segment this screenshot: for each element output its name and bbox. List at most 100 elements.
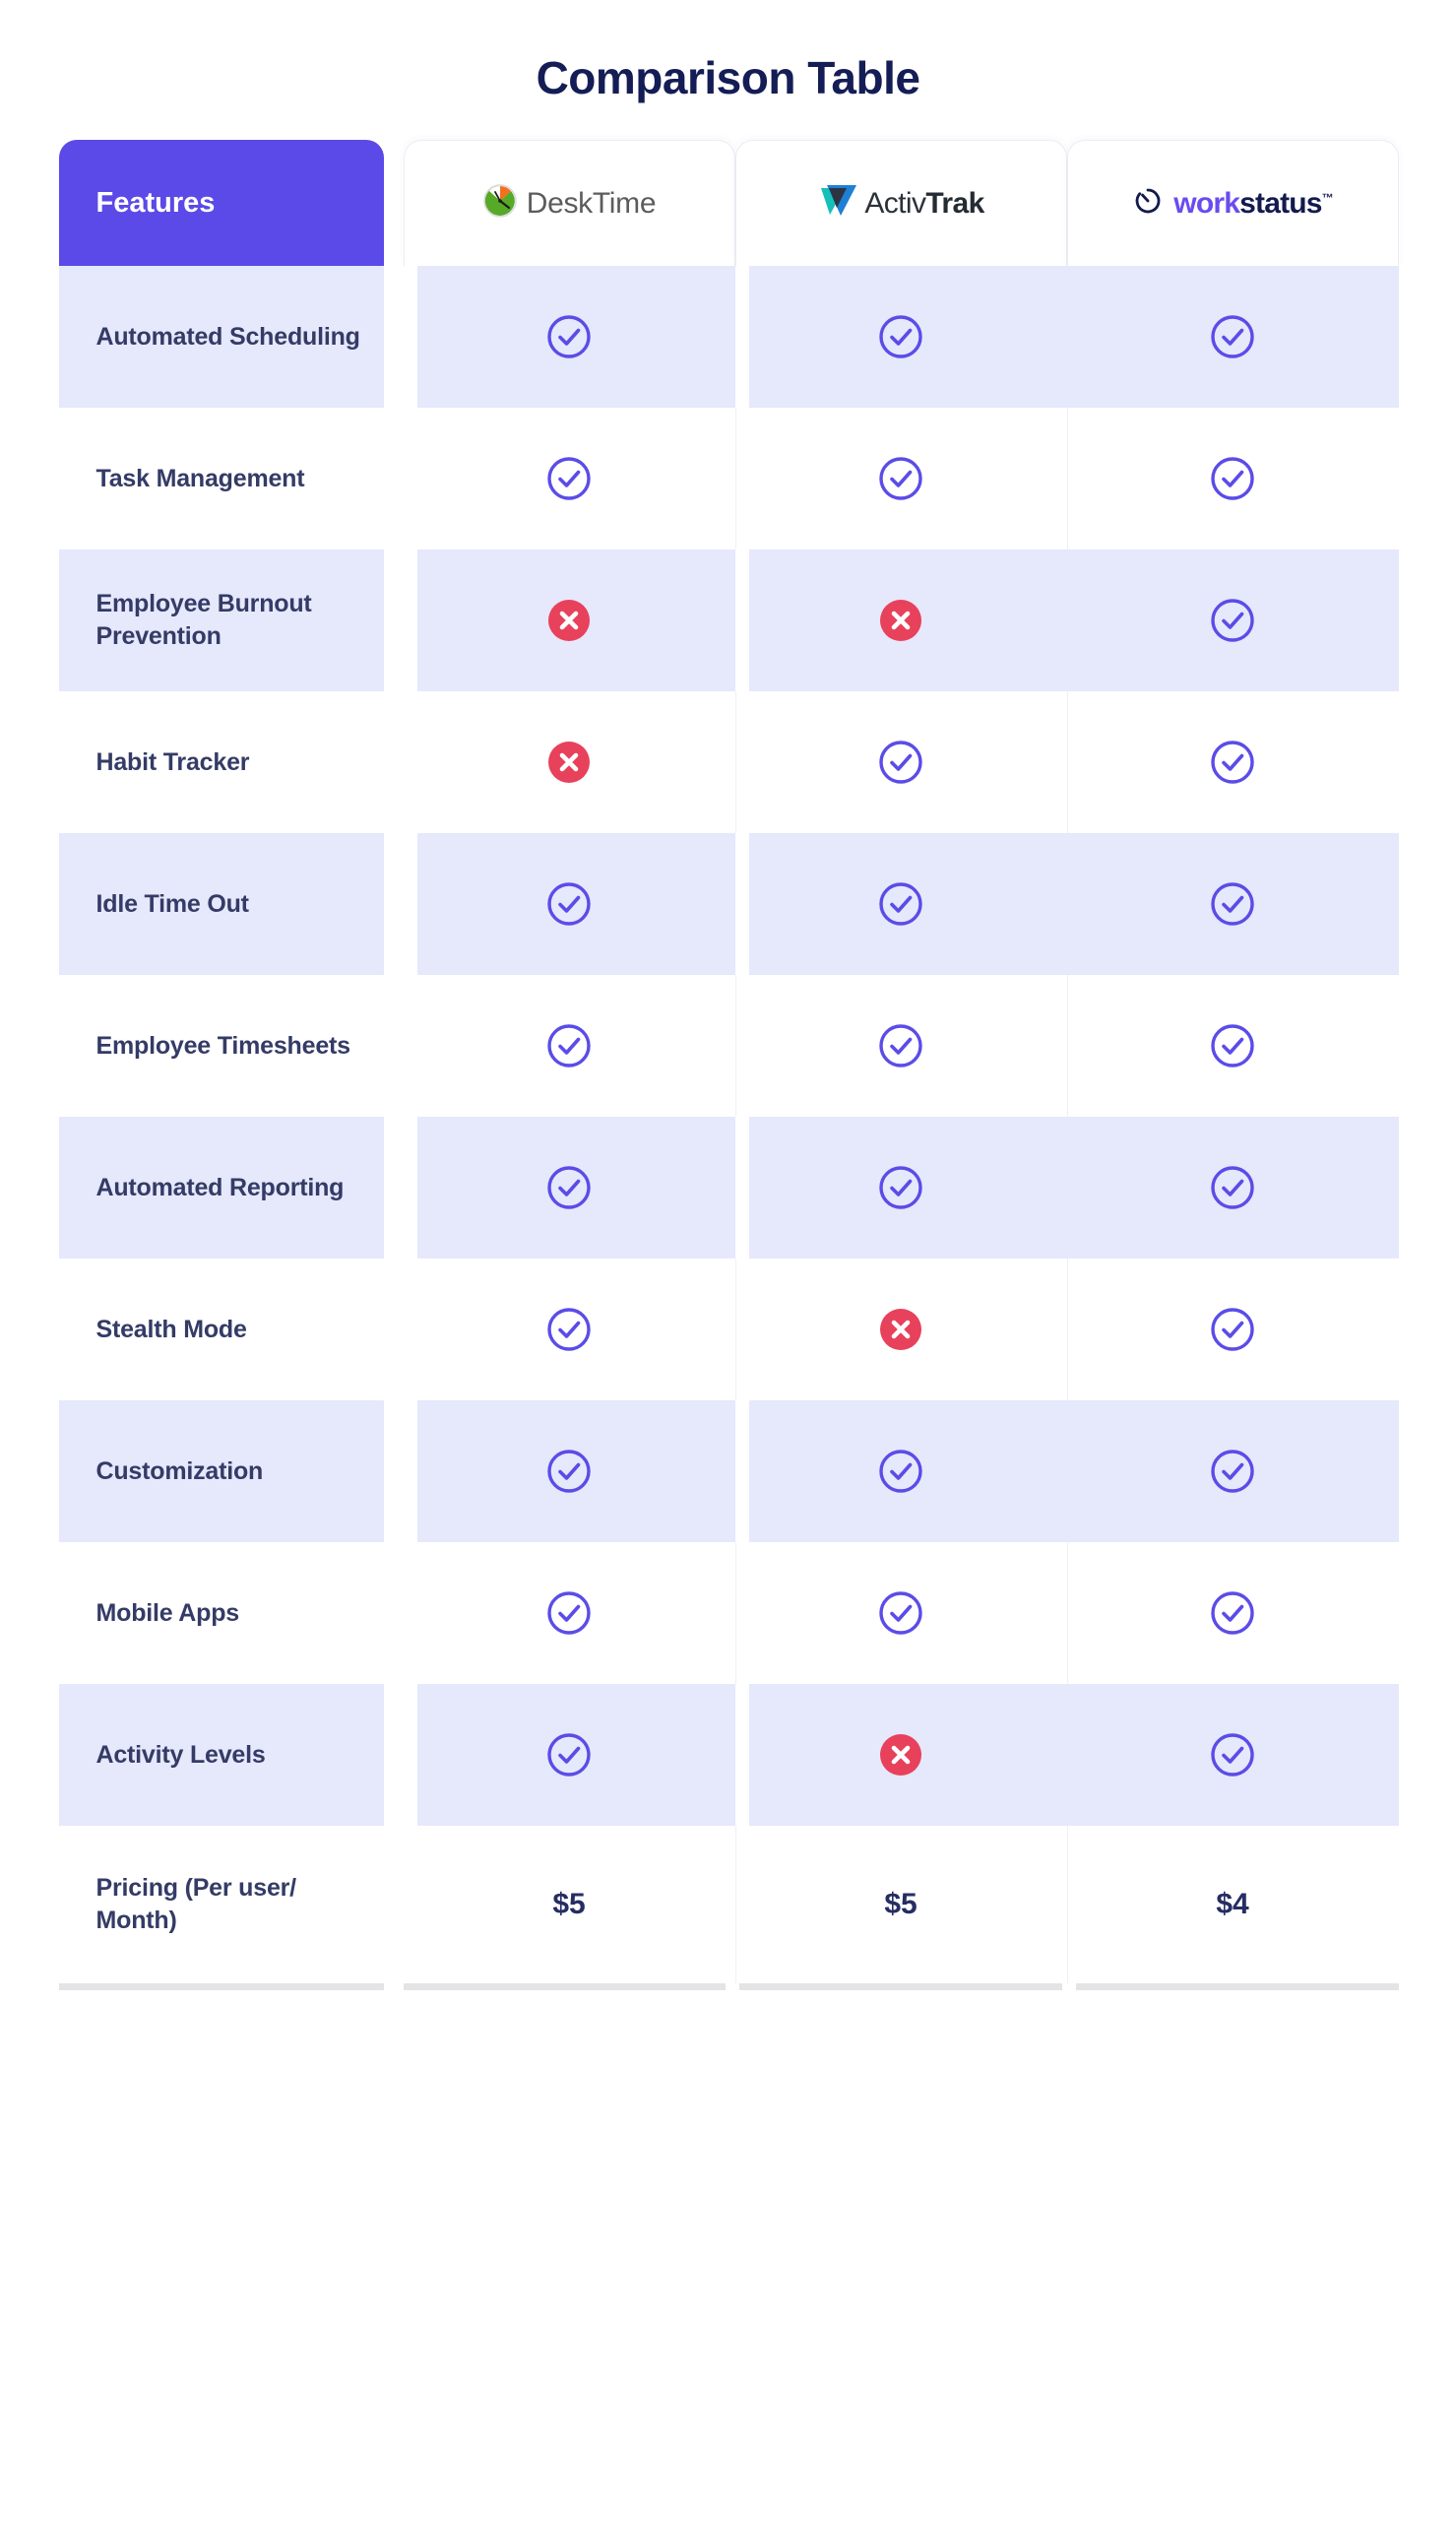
row-gap — [384, 1400, 404, 1542]
value-cell: $5 — [734, 1826, 1067, 1983]
row-gap — [384, 1826, 404, 1983]
feature-label-cell: Employee Burnout Prevention — [58, 549, 384, 691]
activtrak-wordmark-light: Activ — [864, 186, 926, 220]
value-cell — [1066, 1684, 1399, 1826]
check-icon — [1207, 595, 1258, 646]
value-cell — [734, 266, 1067, 408]
check-icon — [543, 1020, 595, 1071]
features-header-label: Features — [95, 186, 216, 219]
feature-label: Customization — [95, 1456, 264, 1485]
row-gap — [384, 1259, 404, 1400]
check-icon — [1207, 737, 1258, 788]
value-cell — [403, 1117, 735, 1259]
row-gap — [384, 975, 404, 1117]
value-cell — [734, 833, 1067, 975]
timer-icon — [1131, 184, 1165, 223]
cross-icon — [875, 595, 926, 646]
value-cell — [1066, 691, 1399, 833]
feature-label: Employee Timesheets — [95, 1031, 351, 1060]
header-cell-activtrak[interactable]: ActivTrak — [734, 140, 1067, 266]
table-row: Employee Burnout Prevention — [58, 549, 1399, 691]
check-icon — [543, 1587, 595, 1639]
check-icon — [875, 878, 926, 930]
value-cell — [404, 975, 735, 1117]
table-header-row: Features DeskTime ActivTrak workstatus™ — [58, 140, 1399, 266]
row-gap — [384, 833, 404, 975]
value-cell — [1066, 549, 1399, 691]
feature-label: Habit Tracker — [95, 747, 250, 776]
feature-label: Task Management — [95, 464, 305, 492]
table-bottom-rule — [58, 1983, 1399, 1990]
check-icon — [543, 1729, 595, 1780]
feature-label: Activity Levels — [95, 1740, 266, 1769]
table-row: Automated Reporting — [58, 1117, 1399, 1259]
value-cell — [734, 1259, 1067, 1400]
check-icon — [1207, 1162, 1258, 1213]
value-cell — [734, 1117, 1067, 1259]
bottom-rule-col-1 — [403, 1983, 727, 1990]
value-cell — [734, 1400, 1067, 1542]
check-icon — [1207, 1729, 1258, 1780]
value-cell: $4 — [1066, 1826, 1399, 1983]
check-icon — [1207, 878, 1258, 930]
cross-icon — [543, 737, 595, 788]
row-gap — [384, 549, 404, 691]
table-body: Automated Scheduling Task Management Emplo… — [58, 266, 1399, 1983]
bottom-rule-features — [58, 1983, 384, 1990]
value-cell — [1066, 833, 1399, 975]
workstatus-logo: workstatus™ — [1131, 184, 1334, 223]
value-cell — [734, 1684, 1067, 1826]
row-gap — [384, 266, 404, 408]
check-icon — [1207, 1446, 1258, 1497]
bottom-rule-col-2 — [739, 1983, 1062, 1990]
table-row: Activity Levels — [58, 1684, 1399, 1826]
value-cell — [1066, 1400, 1399, 1542]
feature-label: Pricing (Per user/ Month) — [95, 1874, 297, 1934]
check-icon — [543, 453, 595, 504]
check-icon — [1207, 1020, 1258, 1071]
triangle-icon — [817, 182, 858, 225]
header-cell-workstatus[interactable]: workstatus™ — [1066, 140, 1399, 266]
row-gap — [384, 1684, 404, 1826]
bottom-rule-split-2 — [1062, 1983, 1076, 1990]
value-cell — [1066, 1117, 1399, 1259]
workstatus-wordmark: workstatus™ — [1173, 187, 1333, 221]
feature-label: Automated Reporting — [95, 1173, 345, 1201]
feature-label-cell: Task Management — [59, 408, 384, 549]
row-gap — [384, 1542, 404, 1684]
activtrak-wordmark-bold: Trak — [925, 186, 984, 220]
feature-label-cell: Idle Time Out — [58, 833, 384, 975]
check-icon — [543, 1304, 595, 1355]
table-row: Employee Timesheets — [59, 975, 1399, 1117]
value-cell — [1066, 975, 1399, 1117]
clock-icon — [482, 183, 518, 224]
value-cell — [404, 1259, 735, 1400]
price-value: $5 — [884, 1888, 918, 1920]
value-cell — [734, 1542, 1067, 1684]
table-row: Mobile Apps — [59, 1542, 1399, 1684]
check-icon — [1207, 1587, 1258, 1639]
value-cell — [403, 266, 735, 408]
header-cell-desktime[interactable]: DeskTime — [403, 140, 735, 266]
feature-label-cell: Automated Scheduling — [58, 266, 384, 408]
workstatus-wordmark-work: work — [1173, 186, 1240, 220]
check-icon — [875, 1020, 926, 1071]
feature-label-cell: Activity Levels — [58, 1684, 384, 1826]
value-cell — [734, 691, 1067, 833]
trademark-symbol: ™ — [1321, 190, 1334, 205]
price-value: $5 — [552, 1888, 586, 1920]
check-icon — [543, 1446, 595, 1497]
check-icon — [875, 737, 926, 788]
desktime-wordmark: DeskTime — [526, 186, 657, 220]
feature-label: Employee Burnout Prevention — [95, 590, 312, 650]
value-cell — [1066, 1542, 1399, 1684]
table-row: Task Management — [59, 408, 1399, 549]
feature-label-cell: Stealth Mode — [59, 1259, 384, 1400]
check-icon — [875, 311, 926, 362]
check-icon — [875, 1162, 926, 1213]
feature-label-cell: Mobile Apps — [59, 1542, 384, 1684]
feature-label: Automated Scheduling — [95, 322, 360, 351]
table-row: Pricing (Per user/ Month) $5 $5 $4 — [59, 1826, 1399, 1983]
value-cell — [734, 549, 1067, 691]
value-cell — [1066, 266, 1399, 408]
